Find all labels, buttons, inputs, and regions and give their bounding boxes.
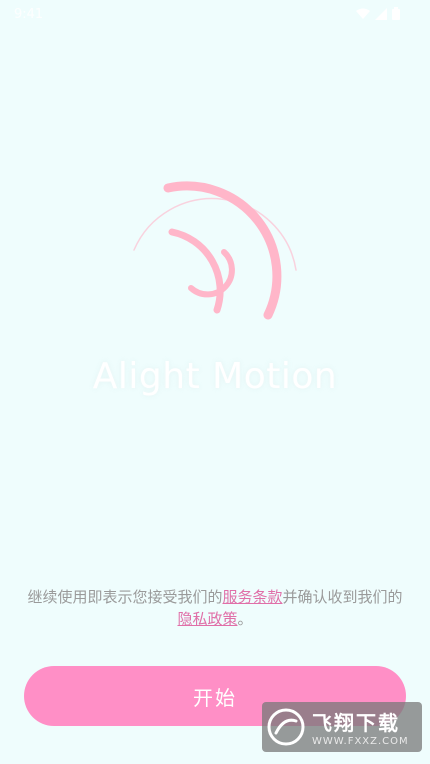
watermark-title: 飞翔下载	[312, 711, 400, 735]
battery-icon	[392, 7, 400, 20]
terms-middle: 并确认收到我们的	[282, 588, 403, 606]
watermark: 飞翔下载 WWW.FXXZ.COM	[262, 702, 422, 752]
watermark-url: WWW.FXXZ.COM	[312, 736, 409, 747]
watermark-logo-icon	[266, 707, 306, 747]
terms-suffix: 。	[237, 610, 253, 628]
signal-icon	[375, 7, 387, 20]
status-bar: 9:41	[0, 0, 430, 30]
app-name: Alight Motion	[92, 356, 338, 397]
status-icons	[356, 7, 400, 20]
terms-of-service-link[interactable]: 服务条款	[222, 588, 282, 606]
wifi-icon	[356, 8, 370, 20]
privacy-policy-link[interactable]: 隐私政策	[177, 610, 237, 628]
start-button-label: 开始	[193, 685, 237, 710]
terms-notice: 继续使用即表示您接受我们的服务条款并确认收到我们的隐私政策。	[20, 586, 410, 630]
terms-prefix: 继续使用即表示您接受我们的	[27, 588, 223, 606]
app-logo	[120, 170, 320, 340]
status-time: 9:41	[14, 7, 44, 22]
